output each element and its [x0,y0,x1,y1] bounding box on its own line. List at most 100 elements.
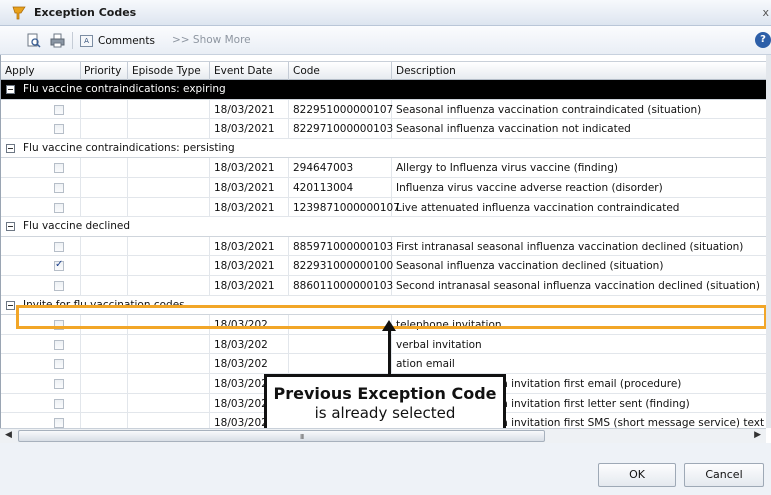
collapse-icon[interactable] [6,143,15,153]
cell-divider [288,236,289,256]
table-row[interactable]: 18/03/2021 822971000000103 Seasonal influe… [1,119,766,139]
scroll-thumb[interactable]: III [18,430,545,442]
apply-checkbox[interactable] [54,280,64,291]
cell-divider [288,354,289,374]
cell-divider [80,177,81,197]
event-date-cell: 18/03/2021 [214,279,275,292]
column-header-description[interactable]: Description [396,65,456,77]
cell-divider [127,119,128,139]
column-header-code[interactable]: Code [293,65,320,77]
event-date-cell: 18/03/202 [214,319,268,332]
description-cell: Allergy to Influenza virus vaccine (find… [396,162,618,175]
cell-divider [209,256,210,276]
cancel-button[interactable]: Cancel [684,463,764,487]
group-row[interactable]: Flu vaccine contraindications: persistin… [1,139,766,159]
apply-checkbox[interactable] [54,339,64,350]
table-row[interactable]: 18/03/2021 886011000000103 Second intranas… [1,275,766,296]
close-icon[interactable]: x [762,6,769,19]
scroll-right-icon[interactable]: ▶ [754,430,761,440]
code-cell: 885971000000103 [293,240,394,253]
cell-divider [288,197,289,217]
table-row[interactable]: 18/03/2021 1239871000000107 Live attenuate… [1,197,766,218]
event-date-cell: 18/03/2021 [214,162,275,175]
event-date-cell: 18/03/2021 [214,201,275,214]
ok-button[interactable]: OK [598,463,676,487]
table-row[interactable]: 18/03/2021 822931000000100Seasonal influe… [1,256,766,276]
cell-divider [391,354,392,374]
code-cell: 420113004 [293,181,354,194]
code-cell: 822951000000107 [293,103,394,116]
apply-checkbox[interactable] [54,259,64,272]
column-header-priority[interactable]: Priority [84,65,121,77]
apply-checkbox[interactable] [54,398,64,409]
event-date-cell: 18/03/2021 [214,181,275,194]
cell-divider [80,354,81,374]
apply-checkbox[interactable] [54,241,64,252]
table-row[interactable]: 18/03/2021 420113004 Influenza virus vacci… [1,177,766,198]
collapse-icon[interactable] [6,222,15,232]
table-row[interactable]: 18/03/2021 885971000000103 First intranasa… [1,236,766,257]
description-cell: verbal invitation [396,338,482,351]
event-date-cell: 18/03/202 [214,358,268,371]
show-more-link[interactable]: >> Show More [172,34,251,46]
group-row[interactable]: Flu vaccine contraindications: expiring [1,80,766,100]
cell-divider [209,393,210,413]
column-header-apply[interactable]: Apply [5,65,35,77]
scroll-left-icon[interactable]: ◀ [5,430,12,440]
cell-divider [127,354,128,374]
cell-divider [288,256,289,276]
cell-divider [288,177,289,197]
dialog-footer: OK Cancel [0,443,771,495]
column-divider [288,62,289,80]
collapse-icon[interactable] [6,85,15,94]
cell-divider [127,256,128,276]
group-label: Invite for flu vaccination codes [23,298,185,311]
cell-divider [209,354,210,374]
apply-checkbox[interactable] [54,359,64,370]
group-label: Flu vaccine declined [23,220,131,233]
apply-checkbox[interactable] [54,104,64,115]
printer-icon[interactable] [50,33,65,48]
column-divider [391,62,392,80]
cell-divider [80,256,81,276]
apply-checkbox[interactable] [54,202,64,213]
apply-checkbox[interactable] [54,163,64,174]
cell-divider [80,119,81,139]
callout-subtitle: is already selected [314,404,456,422]
apply-checkbox[interactable] [54,320,64,331]
cell-divider [288,315,289,335]
column-divider [127,62,128,80]
cell-divider [209,275,210,295]
group-label: Flu vaccine contraindications: expiring [23,83,226,95]
print-preview-icon[interactable] [26,33,41,48]
table-row[interactable]: 18/03/2021 294647003 Allergy to Influenza … [1,158,766,178]
cell-divider [80,197,81,217]
column-header-episode-type[interactable]: Episode Type [132,65,201,77]
apply-checkbox[interactable] [54,378,64,389]
cell-divider [127,334,128,354]
apply-checkbox[interactable] [54,182,64,193]
cell-divider [288,158,289,178]
vertical-scrollbar[interactable] [766,55,771,428]
help-icon[interactable]: ? [755,32,771,48]
cell-divider [80,334,81,354]
code-cell: 822931000000100 [293,260,394,273]
group-row[interactable]: Invite for flu vaccination codes [1,296,766,316]
horizontal-scrollbar[interactable]: ◀ III ▶ [0,428,766,443]
title-bar: Exception Codes x [0,0,771,26]
event-date-cell: 18/03/2021 [214,260,275,273]
cell-divider [391,177,392,197]
comments-button[interactable]: A Comments [80,34,155,48]
apply-checkbox[interactable] [54,418,64,428]
group-row[interactable]: Flu vaccine declined [1,217,766,237]
apply-checkbox[interactable] [54,124,64,135]
cell-divider [127,413,128,428]
collapse-icon[interactable] [6,300,15,310]
table-row[interactable]: 18/03/202 verbal invitation [1,334,766,355]
event-date-cell: 18/03/2021 [214,103,275,116]
code-cell: 1239871000000107 [293,201,400,214]
event-date-cell: 18/03/202 [214,338,268,351]
table-row[interactable]: 18/03/202 ation email [1,354,766,374]
table-row[interactable]: 18/03/2021 822951000000107 Seasonal influe… [1,99,766,120]
column-header-event-date[interactable]: Event Date [214,65,273,77]
